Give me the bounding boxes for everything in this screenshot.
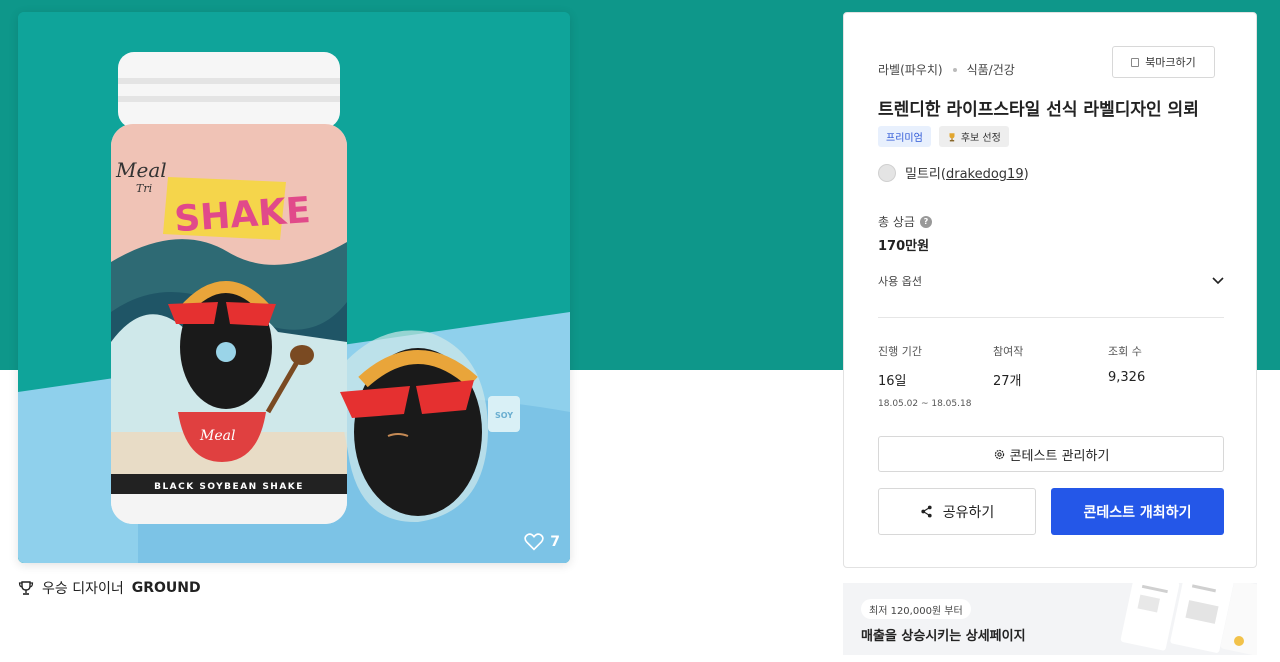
usage-options-toggle[interactable]: 사용 옵션	[878, 271, 1224, 291]
candidate-badge-label: 후보 선정	[960, 133, 1001, 144]
bowl-brand-text: Meal	[199, 428, 235, 444]
entry-image[interactable]: Meal Tri SHAKE BLACK SOYBEAN SHAKE Meal …	[18, 12, 570, 563]
host-handle-link[interactable]: drakedog19	[946, 167, 1024, 182]
views-value: 9,326	[1108, 370, 1146, 385]
divider	[878, 317, 1224, 318]
prize-label: 총 상금 ?	[878, 213, 932, 230]
period-value: 16일	[878, 374, 907, 389]
host-contest-button[interactable]: 콘테스트 개최하기	[1051, 488, 1224, 535]
product-illustration: Meal Tri SHAKE BLACK SOYBEAN SHAKE Meal …	[18, 12, 570, 563]
manage-contest-label: 콘테스트 관리하기	[1009, 448, 1110, 464]
ad-title: 매출을 상승시키는 상세페이지	[861, 629, 1026, 644]
jar-band-text: BLACK SOYBEAN SHAKE	[154, 482, 304, 492]
host-info: 밀트리(drakedog19)	[878, 163, 1029, 182]
gear-icon	[994, 449, 1004, 459]
ad-illustration	[1120, 583, 1257, 655]
heart-icon	[524, 533, 544, 551]
jar-brand-sub-text: Tri	[136, 182, 152, 195]
entries-label: 참여작	[993, 345, 1024, 358]
trophy-icon	[18, 581, 34, 595]
winner-line: 우승 디자이너 GROUND	[18, 578, 201, 598]
share-icon	[921, 505, 932, 518]
host-name: 밀트리	[905, 167, 941, 182]
contest-info-panel: 라벨(파우치) 식품/건강 북마크하기 트렌디한 라이프스타일 선식 라벨디자인…	[843, 12, 1257, 568]
ad-price-pill: 최저 120,000원 부터	[861, 599, 971, 619]
bookmark-button[interactable]: 북마크하기	[1112, 46, 1215, 78]
period-label: 진행 기간	[878, 345, 922, 358]
trophy-icon	[949, 132, 955, 141]
mug-text: SOY	[495, 411, 513, 420]
stat-entries: 참여작 27개	[993, 343, 1108, 409]
prize-value: 170만원	[878, 239, 930, 254]
bookmark-icon	[1131, 57, 1140, 67]
prize-label-text: 총 상금	[878, 215, 915, 229]
stat-period: 진행 기간 16일 18.05.02 ~ 18.05.18	[878, 343, 993, 409]
subcategory-link[interactable]: 식품/건강	[967, 61, 1015, 78]
entries-value: 27개	[993, 374, 1022, 389]
candidate-badge: 후보 선정	[938, 126, 1009, 147]
views-label: 조회 수	[1108, 345, 1142, 358]
chevron-down-icon	[1212, 277, 1224, 285]
category-link[interactable]: 라벨(파우치)	[878, 61, 943, 78]
help-icon[interactable]: ?	[919, 215, 932, 228]
share-label: 공유하기	[942, 504, 995, 521]
breadcrumb: 라벨(파우치) 식품/건강	[878, 61, 1015, 78]
share-button[interactable]: 공유하기	[878, 488, 1036, 535]
ad-banner[interactable]: 최저 120,000원 부터 매출을 상승시키는 상세페이지	[843, 583, 1257, 655]
jar-brand-text: Meal	[115, 158, 167, 182]
usage-options-label: 사용 옵션	[878, 275, 922, 288]
contest-stats: 진행 기간 16일 18.05.02 ~ 18.05.18 참여작 27개 조회…	[878, 343, 1224, 409]
like-button[interactable]: 7	[524, 533, 560, 551]
host-handle-close: )	[1023, 167, 1029, 182]
period-dates: 18.05.02 ~ 18.05.18	[878, 399, 972, 409]
winner-name: GROUND	[131, 580, 201, 596]
stat-views: 조회 수 9,326	[1108, 343, 1223, 409]
contest-title: 트렌디한 라이프스타일 선식 라벨디자인 의뢰	[878, 100, 1199, 120]
bookmark-label: 북마크하기	[1145, 56, 1196, 69]
host-avatar	[878, 163, 896, 182]
badge-row: 프리미엄 후보 선정	[878, 126, 1009, 147]
premium-badge: 프리미엄	[878, 126, 931, 147]
winner-prefix: 우승 디자이너	[42, 581, 124, 597]
manage-contest-button[interactable]: 콘테스트 관리하기	[878, 436, 1224, 472]
like-count: 7	[550, 534, 560, 550]
breadcrumb-separator	[952, 67, 957, 72]
